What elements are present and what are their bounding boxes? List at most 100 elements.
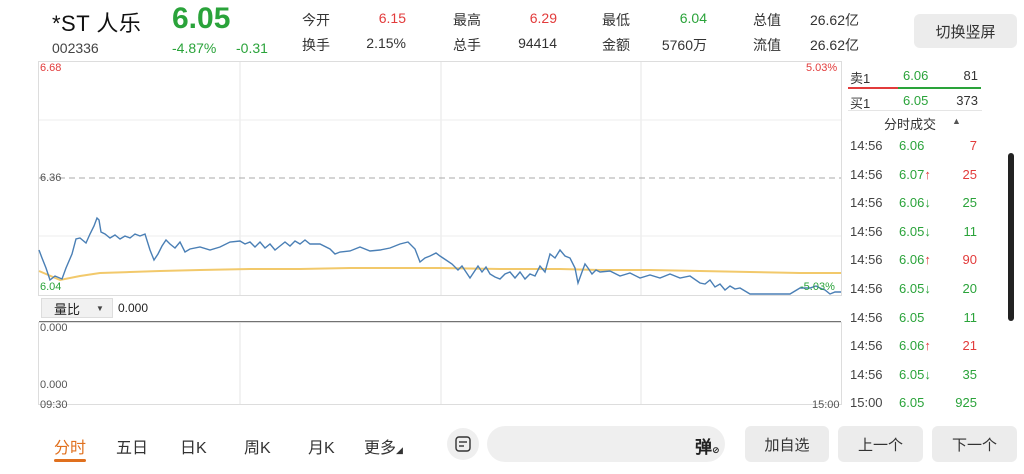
comment-input[interactable] [487, 426, 725, 462]
trade-time: 14:56 [850, 195, 883, 210]
trade-price: 6.05↓ [899, 281, 931, 296]
arrow-down-icon: ↓ [924, 224, 931, 239]
turnover-value: 2.15% [366, 35, 406, 51]
arrow-down-icon: ↓ [924, 195, 931, 210]
tab-minute[interactable]: 分时 [54, 434, 86, 458]
tab-more-label: 更多 [364, 440, 397, 457]
trade-price-value: 6.05 [899, 367, 925, 382]
trade-list-scrollbar[interactable] [1008, 153, 1014, 321]
add-watchlist-button[interactable]: 加自选 [745, 426, 829, 462]
tab-more[interactable]: 更多◢ [364, 434, 403, 458]
trade-price: 6.05↓ [899, 367, 931, 382]
trade-volume: 11 [963, 224, 978, 239]
trade-time: 14:56 [850, 281, 883, 296]
trades-title: 分时成交 [884, 117, 937, 132]
pct-bottom-label: -5.03% [800, 281, 835, 293]
indicator-value: 0.000 [118, 301, 149, 315]
sell-bar [848, 87, 898, 89]
tab-active-indicator [54, 459, 86, 462]
trade-volume: 7 [969, 138, 977, 153]
y-top-label: 6.68 [40, 62, 62, 74]
high-value: 6.29 [529, 10, 557, 26]
volume-label: 总手 [453, 37, 481, 53]
turnover-label: 换手 [302, 37, 330, 53]
sub-top-label: 0.000 [40, 322, 68, 334]
amount-value: 5760万 [661, 37, 707, 53]
indicator-label: 量比 [54, 301, 81, 317]
trade-price-value: 6.05 [899, 310, 925, 325]
amount-label: 金额 [602, 37, 630, 53]
low-value: 6.04 [679, 10, 707, 26]
trade-time: 14:56 [850, 224, 883, 239]
orderbook-divider [848, 110, 982, 111]
trade-volume: 11 [963, 310, 978, 325]
trade-price-value: 6.06 [899, 338, 925, 353]
open-value: 6.15 [378, 10, 406, 26]
trade-price: 6.05↓ [899, 224, 931, 239]
trade-price-value: 6.06 [899, 195, 925, 210]
sub-bottom-label: 0.000 [40, 379, 68, 391]
switch-portrait-button[interactable]: 切换竖屏 [914, 14, 1017, 48]
trade-price: 6.06 [899, 138, 924, 153]
time-end-label: 15:00 [812, 399, 840, 411]
trade-time: 15:00 [850, 395, 883, 410]
trade-price: 6.06↑ [899, 252, 931, 267]
float-cap-label: 流值 [753, 37, 781, 53]
sub-panel-frame [38, 322, 842, 405]
tab-day-k[interactable]: 日K [180, 434, 207, 458]
next-stock-button[interactable]: 下一个 [932, 426, 1017, 462]
current-price: 6.05 [172, 2, 231, 35]
indicator-dropdown[interactable]: 量比 ▼ [41, 298, 113, 318]
trade-time: 14:56 [850, 338, 883, 353]
stock-code: 002336 [52, 40, 99, 56]
change-amount: -0.31 [236, 40, 268, 56]
trade-price: 6.07↑ [899, 167, 931, 182]
trade-price: 6.05 [899, 395, 924, 410]
tab-5day[interactable]: 五日 [116, 434, 148, 458]
trade-time: 14:56 [850, 138, 883, 153]
arrow-down-icon: ↓ [924, 281, 931, 296]
market-cap-label: 总值 [753, 12, 781, 28]
change-percent: -4.87% [172, 40, 217, 56]
bullet-toggle[interactable]: 弹⊘ [695, 433, 720, 458]
trade-price: 6.06↓ [899, 195, 931, 210]
trade-price-value: 6.07 [899, 167, 925, 182]
low-label: 最低 [602, 12, 630, 28]
notes-icon [455, 436, 471, 452]
collapse-up-icon[interactable]: ▲ [952, 116, 961, 126]
open-label: 今开 [302, 12, 330, 28]
dropdown-arrow-icon: ▼ [96, 303, 104, 313]
arrow-up-icon: ↑ [924, 338, 931, 353]
sell1-volume: 81 [963, 68, 978, 83]
float-cap-value: 26.62亿 [809, 37, 859, 53]
notes-button[interactable] [447, 428, 479, 460]
time-start-label: 09:30 [40, 399, 68, 411]
trade-price-value: 6.05 [899, 395, 925, 410]
average-price-line [38, 267, 841, 282]
bullet-off-icon: ⊘ [712, 445, 720, 455]
trade-time: 14:56 [850, 252, 883, 267]
arrow-up-icon: ↑ [924, 167, 931, 182]
y-bottom-label: 6.04 [40, 281, 62, 293]
buy1-price: 6.05 [903, 93, 929, 108]
trade-price: 6.06↑ [899, 338, 931, 353]
trade-time: 14:56 [850, 167, 883, 182]
price-line [38, 216, 841, 295]
sell1-label: 卖1 [850, 71, 871, 86]
trade-time: 14:56 [850, 310, 883, 325]
trade-volume: 21 [962, 338, 977, 353]
arrow-up-icon: ↑ [924, 252, 931, 267]
bullet-label: 弹 [695, 438, 712, 457]
trade-volume: 25 [962, 195, 977, 210]
buy1-volume: 373 [956, 93, 978, 108]
volume-value: 94414 [518, 35, 557, 51]
trade-volume: 925 [955, 395, 977, 410]
tab-week-k[interactable]: 周K [244, 434, 271, 458]
tab-month-k[interactable]: 月K [308, 434, 335, 458]
trade-price-value: 6.05 [899, 281, 925, 296]
prev-stock-button[interactable]: 上一个 [838, 426, 923, 462]
more-triangle-icon: ◢ [396, 445, 403, 455]
intraday-chart[interactable] [0, 58, 846, 414]
trade-price-value: 6.06 [899, 252, 925, 267]
market-cap-value: 26.62亿 [809, 12, 859, 28]
